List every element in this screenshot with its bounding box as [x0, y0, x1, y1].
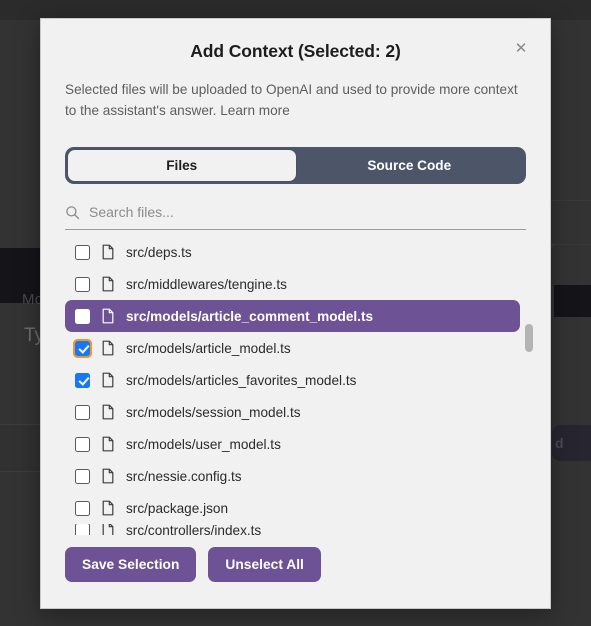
- file-list-scrollbar[interactable]: [525, 236, 534, 535]
- modal-description-text: Selected files will be uploaded to OpenA…: [65, 82, 518, 118]
- file-name-label: src/models/article_model.ts: [126, 340, 291, 356]
- tab-bar: Files Source Code: [65, 147, 526, 185]
- file-name-label: src/models/session_model.ts: [126, 404, 301, 420]
- file-name-label: src/package.json: [126, 500, 229, 516]
- file-list-item[interactable]: src/package.json: [65, 492, 520, 524]
- file-name-label: src/controllers/index.ts: [126, 524, 262, 535]
- search-input[interactable]: [89, 202, 526, 223]
- file-list-item[interactable]: src/deps.ts: [65, 236, 520, 268]
- background-glyph-right: d: [555, 435, 564, 451]
- file-list-scrollbar-thumb[interactable]: [525, 324, 533, 353]
- file-icon: [102, 308, 114, 324]
- file-name-label: src/nessie.config.ts: [126, 468, 242, 484]
- file-checkbox[interactable]: [75, 436, 90, 452]
- background-panel-right: [554, 285, 591, 317]
- file-icon: [102, 436, 114, 452]
- file-list-item[interactable]: src/models/article_comment_model.ts: [65, 300, 520, 333]
- file-list-item[interactable]: src/controllers/index.ts: [65, 524, 520, 535]
- background-topbar: [0, 0, 591, 20]
- modal-footer: Save Selection Unselect All: [41, 535, 550, 608]
- file-list-item[interactable]: src/models/articles_favorites_model.ts: [65, 364, 520, 396]
- file-checkbox[interactable]: [75, 524, 90, 535]
- file-icon: [102, 404, 114, 420]
- file-checkbox[interactable]: [75, 468, 90, 484]
- modal-description: Selected files will be uploaded to OpenA…: [65, 80, 526, 121]
- file-icon: [102, 500, 114, 516]
- file-icon: [102, 524, 114, 535]
- file-list-container: src/deps.ts src/middlewares/tengine.ts src…: [65, 236, 534, 535]
- add-context-modal: Add Context (Selected: 2) ✕ Selected fil…: [40, 18, 551, 609]
- file-name-label: src/middlewares/tengine.ts: [126, 276, 287, 292]
- file-checkbox[interactable]: [75, 308, 90, 324]
- file-list-item[interactable]: src/models/session_model.ts: [65, 396, 520, 428]
- file-list-item[interactable]: src/nessie.config.ts: [65, 460, 520, 492]
- file-checkbox[interactable]: [75, 500, 90, 516]
- close-icon[interactable]: ✕: [510, 37, 532, 59]
- file-name-label: src/models/articles_favorites_model.ts: [126, 372, 357, 388]
- file-icon: [102, 244, 114, 260]
- file-list-item[interactable]: src/models/user_model.ts: [65, 428, 520, 460]
- save-selection-button[interactable]: Save Selection: [65, 547, 197, 582]
- page-title: Add Context (Selected: 2): [190, 41, 401, 61]
- file-checkbox[interactable]: [75, 404, 90, 420]
- file-checkbox[interactable]: [75, 372, 90, 388]
- file-icon: [102, 276, 114, 292]
- search-bar: [65, 202, 526, 231]
- file-icon: [102, 372, 114, 388]
- file-checkbox[interactable]: [73, 338, 92, 358]
- file-name-label: src/deps.ts: [126, 244, 192, 260]
- search-icon: [66, 206, 80, 219]
- tab-files[interactable]: Files: [68, 150, 296, 182]
- modal-header: Add Context (Selected: 2) ✕: [41, 19, 550, 62]
- file-list-item[interactable]: src/models/article_model.ts: [65, 332, 520, 364]
- file-list: src/deps.ts src/middlewares/tengine.ts src…: [65, 236, 534, 535]
- unselect-all-button[interactable]: Unselect All: [208, 547, 321, 582]
- file-icon: [102, 340, 114, 356]
- learn-more-link[interactable]: Learn more: [220, 103, 290, 118]
- file-icon: [102, 468, 114, 484]
- file-checkbox[interactable]: [75, 276, 90, 292]
- file-name-label: src/models/user_model.ts: [126, 436, 281, 452]
- tab-source-code[interactable]: Source Code: [296, 150, 524, 181]
- file-checkbox[interactable]: [75, 244, 90, 260]
- file-name-label: src/models/article_comment_model.ts: [126, 308, 374, 324]
- file-list-item[interactable]: src/middlewares/tengine.ts: [65, 268, 520, 300]
